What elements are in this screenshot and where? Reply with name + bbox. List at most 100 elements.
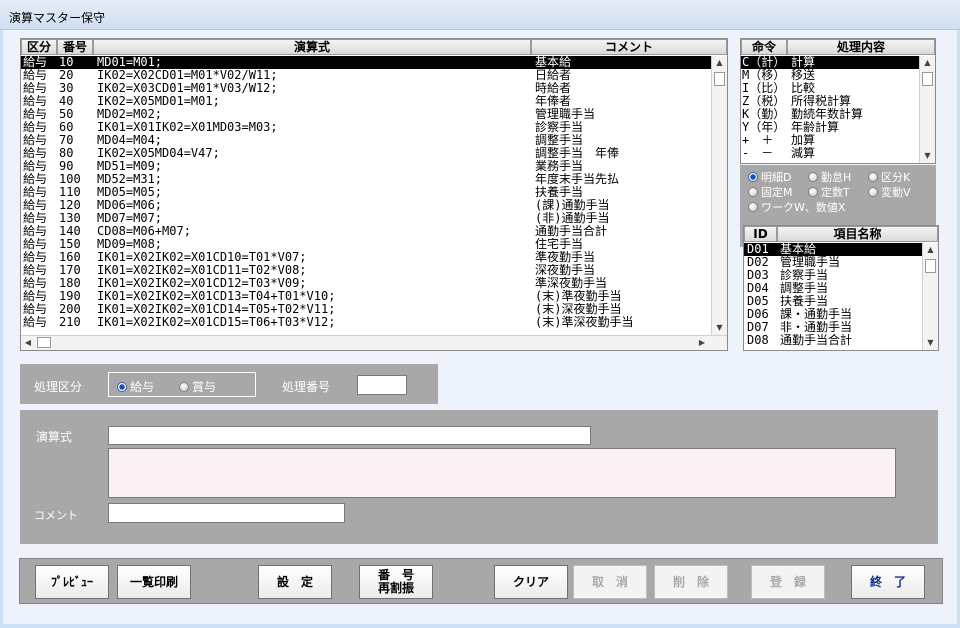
scroll-up-icon[interactable]: ▲ <box>712 56 727 70</box>
formula-input[interactable] <box>108 426 591 445</box>
formula-row[interactable]: 給与 200 IK01=X02IK02=X01CD14=T05+T02*V11; (末… <box>21 303 711 316</box>
scroll-up-icon[interactable]: ▲ <box>923 243 938 257</box>
command-row[interactable]: I（比） 比較 <box>741 82 919 95</box>
category-radio[interactable]: 明細D <box>748 171 791 185</box>
formula-row[interactable]: 給与 70 MD04=M04; 調整手当 <box>21 134 711 147</box>
command-row-desc: 比較 <box>791 82 816 95</box>
header-bango[interactable]: 番号 <box>57 39 93 55</box>
command-list[interactable]: 命令 処理内容 C（計） 計算 M（移） 移送 I（比） 比較 Z（税） 所得税計算 K（勤） 勤… <box>740 38 936 164</box>
formula-row-comment: (課)通勤手当 <box>535 199 610 212</box>
formula-textarea[interactable] <box>108 448 896 498</box>
process-bango-input[interactable] <box>357 375 407 395</box>
category-radio[interactable]: 区分K <box>868 171 910 185</box>
item-row[interactable]: D08 通勤手当合計 <box>744 334 922 347</box>
formula-row[interactable]: 給与 130 MD07=M07; (非)通勤手当 <box>21 212 711 225</box>
process-kubun-label: 処理区分 <box>34 380 83 394</box>
formula-row[interactable]: 給与 90 MD51=M09; 業務手当 <box>21 160 711 173</box>
formula-row[interactable]: 給与 120 MD06=M06; (課)通勤手当 <box>21 199 711 212</box>
scroll-thumb[interactable] <box>922 72 933 86</box>
item-vscroll[interactable]: ▲ ▼ <box>922 243 938 350</box>
formula-row[interactable]: 給与 160 IK01=X02IK02=X01CD10=T01*V07; 準夜勤手当 <box>21 251 711 264</box>
command-row[interactable]: Z（税） 所得税計算 <box>741 95 919 108</box>
item-row-name: 調整手当 <box>780 282 829 295</box>
formula-row[interactable]: 給与 170 IK01=X02IK02=X01CD11=T02*V08; 深夜勤手当 <box>21 264 711 277</box>
register-button[interactable]: 登 録 <box>751 565 825 599</box>
item-row[interactable]: D06 課・通勤手当 <box>744 308 922 321</box>
category-radio[interactable]: 変動V <box>868 186 911 200</box>
header-formula[interactable]: 演算式 <box>93 39 531 55</box>
scroll-thumb[interactable] <box>714 72 725 86</box>
settings-button[interactable]: 設 定 <box>258 565 332 599</box>
scroll-thumb[interactable] <box>925 259 936 273</box>
command-row[interactable]: - － 減算 <box>741 147 919 160</box>
item-row[interactable]: D04 調整手当 <box>744 282 922 295</box>
command-row-cmd: M（移） <box>742 69 786 82</box>
formula-row[interactable]: 給与 180 IK01=X02IK02=X01CD12=T03*V09; 準深夜勤手当 <box>21 277 711 290</box>
formula-row[interactable]: 給与 10 MD01=M01; 基本給 <box>21 56 711 69</box>
exit-button[interactable]: 終 了 <box>851 565 925 599</box>
scroll-down-icon[interactable]: ▼ <box>920 149 935 163</box>
radio-kyuyo[interactable]: 給与 <box>117 378 154 395</box>
header-name[interactable]: 項目名称 <box>777 226 938 242</box>
item-row[interactable]: D02 管理職手当 <box>744 256 922 269</box>
formula-row[interactable]: 給与 110 MD05=M05; 扶養手当 <box>21 186 711 199</box>
command-row[interactable]: K（勤） 勤続年数計算 <box>741 108 919 121</box>
header-comment[interactable]: コメント <box>531 39 727 55</box>
command-row[interactable]: C（計） 計算 <box>741 56 919 69</box>
radio-off-icon <box>868 187 878 197</box>
command-row[interactable]: + ＋ 加算 <box>741 134 919 147</box>
list-print-button[interactable]: 一覧印刷 <box>117 565 191 599</box>
preview-button[interactable]: ﾌﾟﾚﾋﾞｭｰ <box>35 565 109 599</box>
scroll-up-icon[interactable]: ▲ <box>920 56 935 70</box>
item-list[interactable]: ID 項目名称 D01 基本給 D02 管理職手当 D03 診察手当 D04 調整手当 D05 扶… <box>743 225 939 351</box>
comment-input[interactable] <box>108 503 345 523</box>
clear-button[interactable]: クリア <box>494 565 568 599</box>
formula-row-formula: IK01=X02IK02=X01CD10=T01*V07; <box>97 251 307 264</box>
formula-list[interactable]: 区分 番号 演算式 コメント 給与 10 MD01=M01; 基本給 給与 20 IK02=… <box>20 38 728 351</box>
header-desc[interactable]: 処理内容 <box>787 39 935 55</box>
formula-row-kubun: 給与 <box>23 134 48 147</box>
scroll-right-icon[interactable]: ▶ <box>695 336 709 350</box>
delete-button[interactable]: 削 除 <box>654 565 728 599</box>
category-radio[interactable]: ワークW、数値X <box>748 201 845 215</box>
formula-row-bango: 120 <box>59 199 81 212</box>
command-row[interactable]: M（移） 移送 <box>741 69 919 82</box>
formula-hscroll[interactable]: ◀ ▶ <box>21 335 727 350</box>
item-row[interactable]: D05 扶養手当 <box>744 295 922 308</box>
item-row[interactable]: D03 診察手当 <box>744 269 922 282</box>
scroll-down-icon[interactable]: ▼ <box>923 336 938 350</box>
formula-row[interactable]: 給与 140 CD08=M06+M07; 通勤手当合計 <box>21 225 711 238</box>
scroll-down-icon[interactable]: ▼ <box>712 321 727 335</box>
scroll-left-icon[interactable]: ◀ <box>21 336 35 350</box>
formula-row[interactable]: 給与 150 MD09=M08; 住宅手当 <box>21 238 711 251</box>
formula-row-comment: 年度末手当先払 <box>535 173 620 186</box>
formula-row[interactable]: 給与 190 IK01=X02IK02=X01CD13=T04+T01*V10; (末… <box>21 290 711 303</box>
formula-row[interactable]: 給与 20 IK02=X02CD01=M01*V02/W11; 日給者 <box>21 69 711 82</box>
command-vscroll[interactable]: ▲ ▼ <box>919 56 935 163</box>
radio-shoyo[interactable]: 賞与 <box>179 378 216 395</box>
header-cmd[interactable]: 命令 <box>741 39 787 55</box>
formula-row[interactable]: 給与 40 IK02=X05MD01=M01; 年俸者 <box>21 95 711 108</box>
formula-vscroll[interactable]: ▲ ▼ <box>711 56 727 335</box>
header-id[interactable]: ID <box>744 226 777 242</box>
cancel-button[interactable]: 取 消 <box>573 565 647 599</box>
item-row[interactable]: D01 基本給 <box>744 243 922 256</box>
formula-row[interactable]: 給与 100 MD52=M31; 年度末手当先払 <box>21 173 711 186</box>
header-kubun[interactable]: 区分 <box>21 39 57 55</box>
formula-row[interactable]: 給与 30 IK02=X03CD01=M01*V03/W12; 時給者 <box>21 82 711 95</box>
radio-on-icon <box>117 382 127 392</box>
command-row[interactable]: Y（年） 年齢計算 <box>741 121 919 134</box>
formula-row[interactable]: 給与 60 IK01=X01IK02=X01MD03=M03; 診察手当 <box>21 121 711 134</box>
formula-row-comment: (非)通勤手当 <box>535 212 610 225</box>
item-row-name: 管理職手当 <box>780 256 841 269</box>
item-row[interactable]: D07 非・通勤手当 <box>744 321 922 334</box>
formula-row[interactable]: 給与 80 IK02=X05MD04=V47; 調整手当 年俸 <box>21 147 711 160</box>
renumber-button[interactable]: 番 号 再割振 <box>359 565 433 599</box>
category-radio[interactable]: 固定M <box>748 186 793 200</box>
hscroll-thumb[interactable] <box>37 337 51 348</box>
formula-row[interactable]: 給与 50 MD02=M02; 管理職手当 <box>21 108 711 121</box>
formula-row[interactable]: 給与 210 IK01=X02IK02=X01CD15=T06+T03*V12; (末… <box>21 316 711 329</box>
category-radio[interactable]: 勤怠H <box>808 171 851 185</box>
category-radio[interactable]: 定数T <box>808 186 850 200</box>
command-row-desc: 移送 <box>791 69 816 82</box>
